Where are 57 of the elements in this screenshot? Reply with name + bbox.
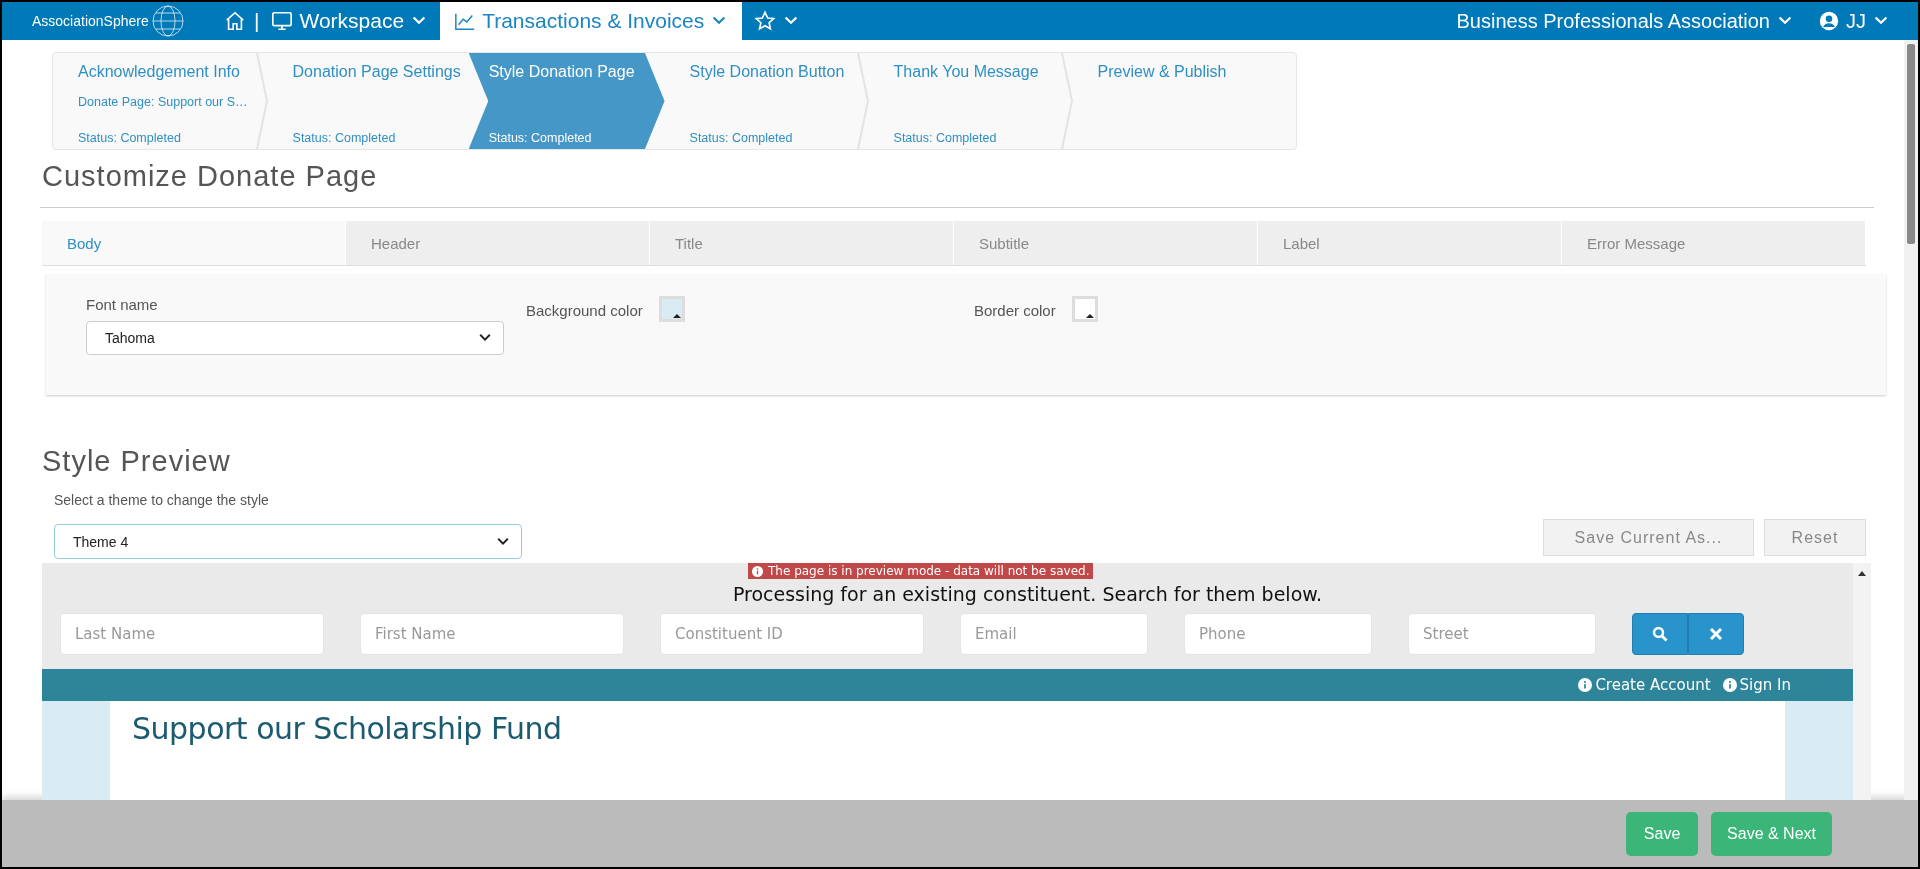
section-heading: Customize Donate Page: [42, 160, 379, 193]
nav-separator: |: [254, 9, 260, 33]
field-label: Select a theme to change the style: [54, 492, 270, 508]
search-field[interactable]: First Name: [360, 613, 624, 655]
wizard-step[interactable]: Thank You Message Status: Completed: [868, 53, 1061, 149]
search-field[interactable]: Street: [1408, 613, 1596, 655]
preview-banner: The page is in preview mode - data will not be saved.: [748, 563, 1094, 579]
save-as-button[interactable]: Save Current As...: [1543, 519, 1754, 556]
field-label: Font name: [86, 296, 159, 313]
reset-button[interactable]: Reset: [1764, 519, 1866, 556]
scroll-up-icon: [1857, 569, 1867, 579]
search-field[interactable]: Email: [960, 613, 1148, 655]
close-icon: [1708, 626, 1724, 642]
info-icon: [1578, 678, 1593, 692]
tab[interactable]: Title: [650, 221, 954, 265]
info-icon: [752, 565, 763, 577]
nav-menu[interactable]: Workspace: [259, 2, 441, 40]
search-field[interactable]: Constituent ID: [660, 613, 924, 655]
search-field[interactable]: Last Name: [60, 613, 324, 655]
organization-menu[interactable]: Business Professionals Association: [1444, 2, 1806, 40]
logo-text: AssociationSphere: [32, 13, 149, 29]
tab[interactable]: Header: [346, 221, 650, 265]
user-menu[interactable]: JJ: [1806, 2, 1902, 40]
search-field[interactable]: Phone: [1184, 613, 1372, 655]
clear-button[interactable]: [1688, 613, 1744, 655]
wizard-step[interactable]: Style Donation Button Status: Completed: [664, 53, 857, 149]
font-select[interactable]: Tahoma: [86, 321, 504, 355]
wizard-step[interactable]: Style Donation Page Status: Completed: [468, 53, 665, 149]
header-link[interactable]: Create Account: [1578, 676, 1711, 694]
search-button[interactable]: [1632, 613, 1688, 655]
tab[interactable]: Body: [42, 221, 346, 265]
intro-text: Processing for an existing constituent. Search for them below.: [731, 583, 1324, 605]
scrollbar[interactable]: [1904, 40, 1918, 800]
search-icon: [1652, 626, 1668, 642]
home-icon: [224, 10, 246, 32]
save-button[interactable]: Save: [1626, 811, 1699, 856]
monitor-icon: [271, 10, 294, 32]
tab[interactable]: Error Message: [1562, 221, 1866, 265]
page-title: Support our Scholarship Fund: [132, 711, 563, 746]
tab[interactable]: Subtitle: [954, 221, 1258, 265]
save-next-button[interactable]: Save & Next: [1711, 811, 1832, 856]
star-icon: [754, 10, 777, 32]
info-icon: [1722, 678, 1737, 692]
section-heading: Style Preview: [42, 445, 232, 478]
wizard-step[interactable]: Acknowledgement Info Donate Page: Support our S… Status: Completed: [53, 53, 256, 149]
scrollbar[interactable]: [1853, 563, 1871, 800]
user-icon: [1818, 10, 1840, 32]
color-swatch[interactable]: [1071, 296, 1098, 322]
wizard-step[interactable]: Donation Page Settings Status: Completed: [267, 53, 469, 149]
theme-select[interactable]: Theme 4: [54, 524, 522, 559]
header-link[interactable]: Sign In: [1722, 676, 1791, 694]
tab[interactable]: Label: [1258, 221, 1562, 265]
color-swatch[interactable]: [658, 296, 685, 322]
field-label: Background color: [526, 301, 643, 319]
wizard-step[interactable]: Preview & Publish: [1072, 53, 1296, 149]
field-label: Border color: [974, 301, 1056, 319]
nav-menu[interactable]: Transactions & Invoices: [440, 2, 743, 40]
